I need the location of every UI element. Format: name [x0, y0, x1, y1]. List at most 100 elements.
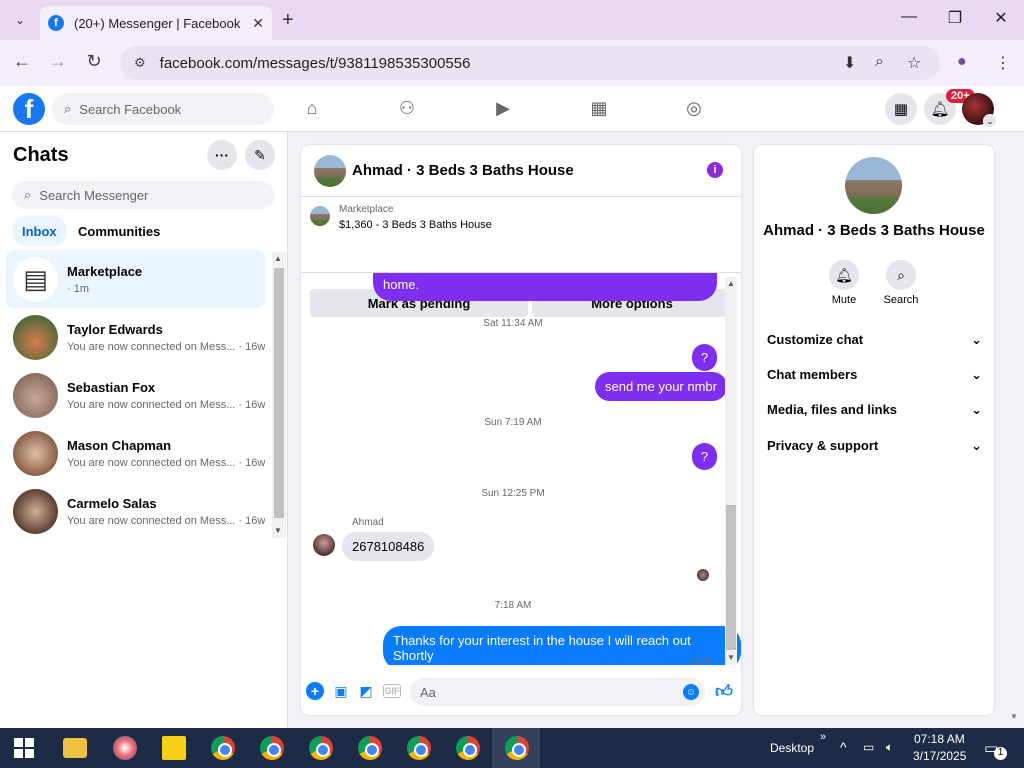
- chrome-icon[interactable]: [211, 736, 235, 760]
- clock-date[interactable]: 3/17/2025: [913, 749, 966, 763]
- reload-icon[interactable]: ↻: [82, 51, 106, 72]
- close-window-icon[interactable]: ✕: [989, 8, 1013, 28]
- facebook-search-placeholder: Search Facebook: [79, 101, 182, 117]
- message-input[interactable]: Aa ☺: [410, 678, 705, 706]
- zoom-icon[interactable]: ⌕: [875, 53, 884, 71]
- tab-close-icon[interactable]: ✕: [252, 15, 264, 32]
- tab-communities[interactable]: Communities: [68, 216, 170, 246]
- chrome-icon[interactable]: [358, 736, 382, 760]
- timestamp: 7:18 AM: [494, 600, 532, 611]
- scroll-up-icon[interactable]: ▲: [727, 279, 735, 288]
- search-conversation-button[interactable]: ⌕ Search: [871, 260, 931, 306]
- chrome-icon[interactable]: [456, 736, 480, 760]
- menu-grid-icon[interactable]: ▦: [885, 93, 917, 125]
- minimize-icon[interactable]: —: [897, 8, 921, 26]
- browser-menu-icon[interactable]: ⋮: [995, 53, 1011, 73]
- back-icon[interactable]: ←: [10, 51, 34, 72]
- message-outgoing-latest: Thanks for your interest in the house I …: [383, 626, 741, 665]
- tab-inbox[interactable]: Inbox: [12, 216, 67, 246]
- marketplace-label: Marketplace: [339, 204, 394, 215]
- new-tab-icon[interactable]: +: [282, 9, 294, 32]
- scrollbar-thumb[interactable]: [274, 268, 284, 518]
- chat-item-name: Taylor Edwards: [67, 321, 163, 337]
- page-scroll-down-icon[interactable]: ▼: [1010, 712, 1018, 721]
- chat-item-sebastian-fox[interactable]: Sebastian Fox You are now connected on M…: [6, 366, 265, 424]
- chrome-icon-active[interactable]: [505, 736, 529, 760]
- chevron-double-icon[interactable]: »: [820, 731, 826, 743]
- sticky-notes-icon[interactable]: [162, 736, 186, 760]
- chat-item-marketplace[interactable]: ▤ Marketplace · 1m: [6, 250, 265, 308]
- chat-item-mason-chapman[interactable]: Mason Chapman You are now connected on M…: [6, 424, 265, 482]
- scrollbar-thumb[interactable]: [726, 505, 736, 650]
- install-app-icon[interactable]: ⬇: [843, 53, 856, 73]
- conversation-title[interactable]: Ahmad · 3 Beds 3 Baths House: [352, 162, 574, 179]
- chat-item-carmelo-salas[interactable]: Carmelo Salas You are now connected on M…: [6, 482, 265, 540]
- listing-title[interactable]: $1,360 - 3 Beds 3 Baths House: [339, 219, 492, 231]
- marketplace-store-icon: ▤: [13, 256, 58, 302]
- section-chat-members[interactable]: Chat members ⌄: [767, 367, 982, 383]
- scroll-down-icon[interactable]: ▼: [274, 526, 282, 535]
- message-outgoing: ?: [692, 443, 717, 470]
- avatar: [13, 372, 58, 418]
- section-media-files-links[interactable]: Media, files and links ⌄: [767, 402, 982, 418]
- volume-icon[interactable]: 🔈︎: [886, 740, 893, 755]
- desktop-toolbar-label[interactable]: Desktop: [770, 741, 814, 755]
- sticker-icon[interactable]: ◩: [357, 682, 375, 700]
- conversation-header: Ahmad · 3 Beds 3 Baths House i: [301, 145, 741, 197]
- gaming-icon[interactable]: ◎: [680, 98, 708, 119]
- new-message-icon[interactable]: ✎: [245, 140, 275, 170]
- site-info-icon[interactable]: ⚙: [134, 55, 146, 71]
- message-outgoing: send me your nmbr: [595, 372, 727, 401]
- show-hidden-icons-chevron-icon[interactable]: ^: [840, 739, 847, 755]
- sender-name: Ahmad: [352, 517, 384, 528]
- section-privacy-support[interactable]: Privacy & support ⌄: [767, 438, 982, 454]
- facebook-search-input[interactable]: ⌕ Search Facebook: [52, 93, 274, 125]
- conversation-info-avatar[interactable]: [845, 157, 902, 214]
- avatar: [13, 430, 58, 476]
- bookmark-star-icon[interactable]: ☆: [907, 53, 921, 73]
- sender-avatar[interactable]: [313, 534, 335, 556]
- browser-toolbar: ← → ↻ ⚙ facebook.com/messages/t/93811985…: [0, 40, 1024, 86]
- scroll-down-icon[interactable]: ▼: [727, 653, 735, 662]
- conversation-avatar[interactable]: [314, 154, 346, 187]
- marketplace-icon[interactable]: ▦: [585, 98, 613, 119]
- messenger-search-input[interactable]: ⌕ Search Messenger: [12, 181, 275, 209]
- browser-tab-active[interactable]: f (20+) Messenger | Facebook ✕: [40, 6, 272, 40]
- mute-button[interactable]: 🔔︎ Mute: [814, 260, 874, 306]
- address-bar[interactable]: ⚙ facebook.com/messages/t/93811985353005…: [120, 46, 940, 80]
- conversation-scrollbar[interactable]: ▲ ▼: [725, 277, 737, 665]
- emoji-icon[interactable]: ☺: [683, 684, 699, 700]
- chat-list-scrollbar[interactable]: ▲ ▼: [272, 252, 286, 538]
- facebook-header: f ⌕ Search Facebook ⌂ ⚇ ▶ ▦ ◎ ▦ 🔔︎ 20+ ⌄: [0, 86, 1024, 132]
- home-icon[interactable]: ⌂: [298, 98, 326, 119]
- file-explorer-icon[interactable]: [63, 738, 87, 758]
- bell-icon: 🔔︎: [829, 260, 859, 290]
- chrome-icon[interactable]: [407, 736, 431, 760]
- section-customize-chat[interactable]: Customize chat ⌄: [767, 332, 982, 348]
- video-icon[interactable]: ▶: [489, 98, 517, 119]
- plus-icon[interactable]: +: [306, 682, 324, 700]
- gif-icon[interactable]: GIF: [383, 684, 401, 698]
- photo-icon[interactable]: ▣: [332, 682, 350, 700]
- friends-icon[interactable]: ⚇: [393, 98, 421, 119]
- scroll-up-icon[interactable]: ▲: [274, 254, 282, 263]
- chrome-icon[interactable]: [309, 736, 333, 760]
- chats-options-icon[interactable]: ···: [207, 140, 237, 170]
- forward-icon[interactable]: →: [46, 51, 70, 72]
- chrome-icon[interactable]: [260, 736, 284, 760]
- network-icon[interactable]: ▭: [863, 740, 874, 754]
- chevron-down-icon: ⌄: [983, 114, 997, 128]
- profile-icon[interactable]: ●: [957, 53, 967, 71]
- facebook-logo[interactable]: f: [13, 93, 45, 125]
- windows-start-icon[interactable]: [14, 738, 34, 758]
- chat-item-taylor-edwards[interactable]: Taylor Edwards You are now connected on …: [6, 308, 265, 366]
- paint-icon[interactable]: [113, 736, 137, 760]
- tab-search-chevron-icon[interactable]: ⌄: [8, 8, 32, 32]
- like-thumb-icon[interactable]: 👍︎: [715, 682, 733, 701]
- maximize-icon[interactable]: ❐: [943, 8, 967, 28]
- avatar: [13, 314, 58, 360]
- clock-time[interactable]: 07:18 AM: [914, 732, 965, 746]
- tab-title: (20+) Messenger | Facebook: [74, 15, 241, 31]
- info-icon[interactable]: i: [707, 162, 723, 178]
- account-avatar[interactable]: ⌄: [962, 93, 997, 128]
